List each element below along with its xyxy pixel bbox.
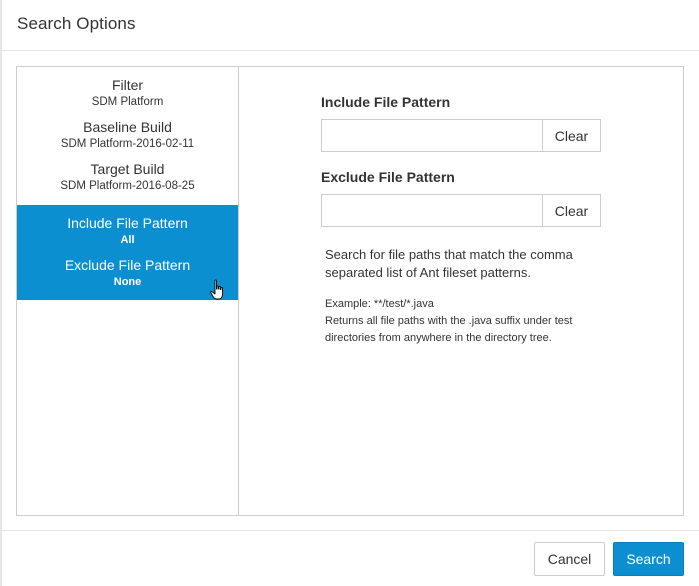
pattern-example: Example: **/test/*.java Returns all file… [325, 296, 595, 347]
window-edge [0, 0, 2, 586]
include-pattern-label: Include File Pattern [321, 94, 451, 110]
sidebar-item-value: SDM Platform-2016-02-11 [60, 138, 195, 150]
exclude-pattern-input[interactable] [321, 194, 542, 227]
hand-cursor-icon [210, 279, 223, 300]
sidebar-item-value: SDM Platform-2016-08-25 [60, 180, 195, 192]
pattern-panel: Include File Pattern Clear Exclude File … [240, 67, 683, 515]
exclude-pattern-label: Exclude File Pattern [321, 169, 455, 185]
sidebar-item-baseline-build[interactable]: Baseline Build SDM Platform-2016-02-11 [17, 119, 238, 151]
exclude-clear-button[interactable]: Clear [542, 194, 601, 227]
example-description: Returns all file paths with the .java su… [325, 315, 573, 344]
cancel-button[interactable]: Cancel [534, 542, 605, 576]
sidebar-item-label: Include File Pattern [67, 215, 188, 231]
include-pattern-group: Clear [321, 119, 601, 152]
sidebar-item-label: Baseline Build [83, 119, 172, 135]
sidebar-item-label: Target Build [90, 161, 165, 177]
sidebar-item-filter[interactable]: Filter SDM Platform [17, 77, 238, 109]
include-pattern-input[interactable] [321, 119, 542, 152]
search-button[interactable]: Search [613, 542, 684, 576]
options-sidebar: Filter SDM Platform Baseline Build SDM P… [17, 67, 239, 515]
dialog-header: Search Options [0, 0, 699, 51]
sidebar-item-value: All [120, 234, 135, 246]
sidebar-item-label: Exclude File Pattern [64, 257, 191, 273]
sidebar-item-include-file-pattern[interactable]: Include File Pattern All [17, 215, 238, 247]
dialog-footer: Cancel Search [0, 530, 699, 586]
sidebar-item-value: None [113, 276, 142, 288]
sidebar-item-label: Filter [111, 77, 144, 93]
dialog-title: Search Options [17, 14, 136, 33]
sidebar-item-exclude-file-pattern[interactable]: Exclude File Pattern None [17, 257, 238, 289]
pattern-help-text: Search for file paths that match the com… [325, 247, 573, 280]
example-pattern: Example: **/test/*.java [325, 298, 434, 310]
exclude-pattern-group: Clear [321, 194, 601, 227]
dialog-body: Filter SDM Platform Baseline Build SDM P… [16, 66, 684, 516]
sidebar-item-value: SDM Platform [91, 96, 164, 108]
sidebar-selected-group: Include File Pattern All Exclude File Pa… [17, 205, 238, 300]
include-clear-button[interactable]: Clear [542, 119, 601, 152]
sidebar-item-target-build[interactable]: Target Build SDM Platform-2016-08-25 [17, 161, 238, 193]
